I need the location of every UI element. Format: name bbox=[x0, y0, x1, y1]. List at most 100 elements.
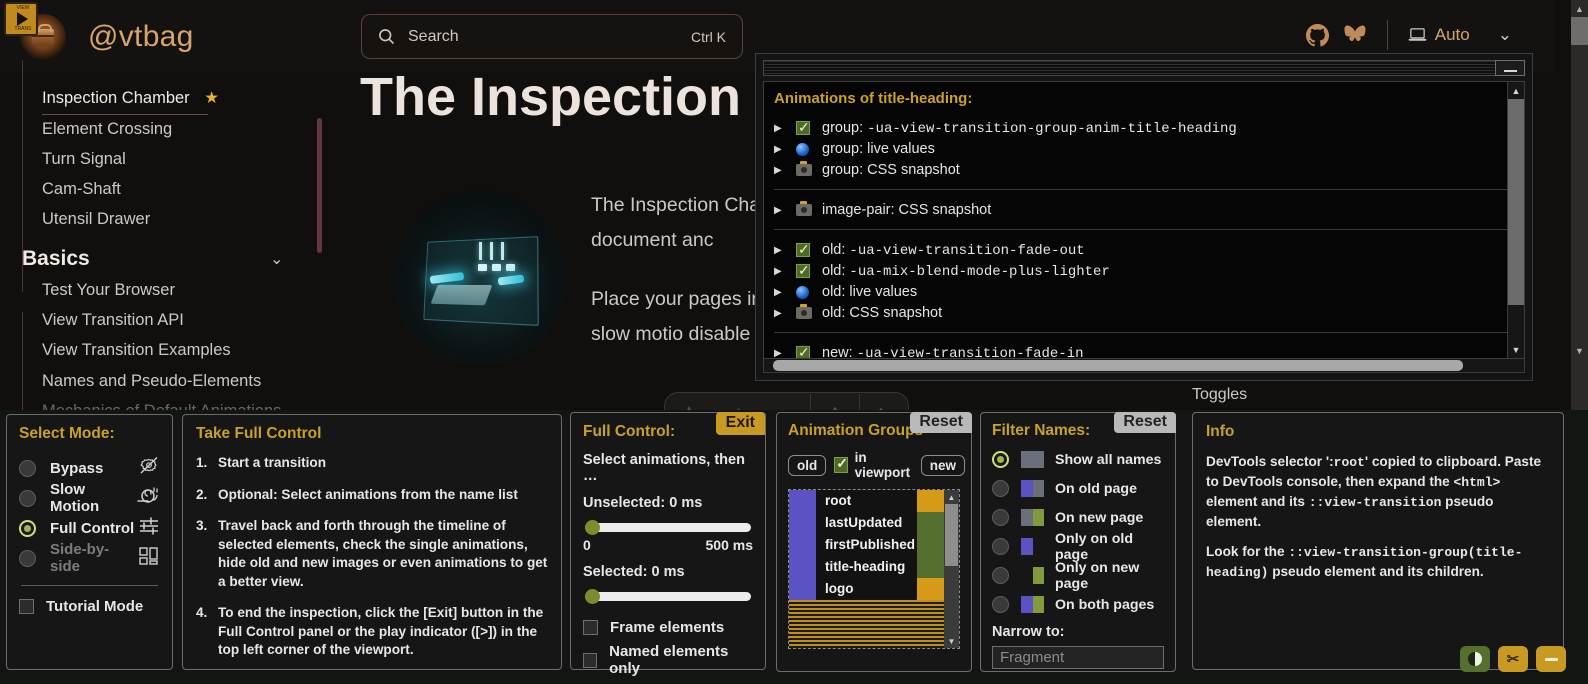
chevron-right-icon[interactable]: ▶ bbox=[774, 205, 796, 216]
new-color-swatch[interactable] bbox=[917, 578, 944, 600]
mode-option-full-control[interactable]: Full Control bbox=[19, 513, 160, 543]
chevron-right-icon[interactable]: ▶ bbox=[774, 245, 796, 256]
chevron-right-icon[interactable]: ▶ bbox=[774, 348, 796, 359]
mode-option-slow-motion[interactable]: Slow Motion bbox=[19, 481, 160, 515]
old-color-swatch[interactable] bbox=[789, 556, 816, 578]
old-toggle-button[interactable]: old bbox=[788, 454, 827, 476]
frame-elements-checkbox[interactable]: Frame elements bbox=[583, 619, 753, 636]
search-input[interactable]: Search Ctrl K bbox=[361, 14, 743, 59]
slider-knob[interactable] bbox=[585, 589, 600, 604]
minimize-icon[interactable] bbox=[1495, 60, 1525, 76]
scroll-thumb[interactable] bbox=[945, 504, 958, 566]
animation-row[interactable]: ▶ old: CSS snapshot bbox=[774, 303, 1507, 323]
new-color-swatch[interactable] bbox=[917, 512, 944, 534]
scroll-thumb[interactable] bbox=[1571, 17, 1588, 45]
group-list-scrollbar[interactable]: ▲ ▼ bbox=[944, 490, 959, 648]
scroll-down-arrow[interactable]: ▼ bbox=[944, 634, 959, 648]
chevron-right-icon[interactable]: ▶ bbox=[774, 308, 796, 319]
animations-horizontal-scrollbar[interactable] bbox=[763, 358, 1525, 373]
slider-knob[interactable] bbox=[585, 520, 600, 535]
chevron-down-icon[interactable]: ⌄ bbox=[1498, 25, 1512, 45]
chevron-right-icon[interactable]: ▶ bbox=[774, 287, 796, 298]
theme-selector[interactable]: Auto bbox=[1408, 25, 1470, 45]
exit-button[interactable]: Exit bbox=[715, 412, 765, 435]
in-viewport-checkbox[interactable]: in viewport bbox=[834, 450, 913, 480]
radio-button[interactable] bbox=[19, 519, 36, 537]
sidebar-scroll-indicator[interactable] bbox=[317, 118, 322, 253]
group-row[interactable]: title-heading bbox=[789, 556, 944, 578]
selected-slider[interactable] bbox=[585, 589, 751, 604]
scroll-up-arrow[interactable]: ▲ bbox=[1508, 82, 1524, 99]
radio-button[interactable] bbox=[992, 596, 1009, 613]
new-toggle-button[interactable]: new bbox=[920, 454, 966, 476]
animations-window[interactable]: Animations of title-heading: ▶ group: -u… bbox=[755, 53, 1533, 381]
radio-button[interactable] bbox=[992, 480, 1009, 497]
sidebar-item-inspection-chamber[interactable]: Inspection Chamber ★ bbox=[42, 88, 219, 115]
mode-option-side-by-side[interactable]: Side-by-side bbox=[19, 541, 160, 575]
sidebar-item-view-transition-api[interactable]: View Transition API bbox=[42, 311, 184, 330]
animation-groups-list[interactable]: root lastUpdated firstPublished title-he… bbox=[788, 489, 960, 649]
scroll-up-arrow[interactable]: ▲ bbox=[1571, 0, 1588, 17]
filter-option-show-all-names[interactable]: Show all names bbox=[992, 445, 1164, 474]
radio-button[interactable] bbox=[19, 489, 36, 507]
scroll-thumb[interactable] bbox=[1508, 99, 1524, 305]
sidebar-item-test-your-browser[interactable]: Test Your Browser bbox=[42, 281, 175, 300]
animations-vertical-scrollbar[interactable]: ▲ ▼ bbox=[1507, 82, 1524, 358]
chevron-right-icon[interactable]: ▶ bbox=[774, 123, 796, 134]
old-color-swatch[interactable] bbox=[789, 578, 816, 600]
animation-row[interactable]: ▶ old: -ua-view-transition-fade-out bbox=[774, 240, 1507, 260]
animation-row[interactable]: ▶ image-pair: CSS snapshot bbox=[774, 200, 1507, 220]
sidebar-item-view-transition-examples[interactable]: View Transition Examples bbox=[42, 341, 231, 360]
new-color-swatch[interactable] bbox=[917, 534, 944, 556]
filter-option-on-new-page[interactable]: On new page bbox=[992, 503, 1164, 532]
sidebar-item-names-and-pseudo-elements[interactable]: Names and Pseudo-Elements bbox=[42, 372, 261, 391]
window-title-bar[interactable] bbox=[763, 60, 1525, 76]
new-color-swatch[interactable] bbox=[917, 490, 944, 512]
animation-row[interactable]: ▶ group: live values bbox=[774, 139, 1507, 159]
radio-button[interactable] bbox=[992, 538, 1009, 555]
sidebar-item-cam-shaft[interactable]: Cam-Shaft bbox=[42, 180, 121, 199]
checkbox-checked-icon[interactable] bbox=[796, 118, 822, 136]
butterfly-icon[interactable] bbox=[1343, 24, 1367, 46]
play-indicator[interactable]: VIEW TRANS bbox=[4, 2, 38, 36]
reset-button[interactable]: Reset bbox=[910, 412, 972, 433]
chevron-down-icon[interactable]: ⌄ bbox=[270, 249, 283, 269]
minimize-button[interactable] bbox=[1536, 646, 1566, 672]
radio-button[interactable] bbox=[19, 549, 36, 567]
reset-button[interactable]: Reset bbox=[1114, 412, 1176, 433]
scroll-down-arrow[interactable]: ▼ bbox=[1508, 341, 1524, 358]
site-name[interactable]: @vtbag bbox=[88, 20, 194, 54]
checkbox[interactable] bbox=[19, 599, 34, 614]
sidebar-item-turn-signal[interactable]: Turn Signal bbox=[42, 150, 126, 169]
chevron-right-icon[interactable]: ▶ bbox=[774, 165, 796, 176]
checkbox[interactable] bbox=[583, 620, 598, 635]
old-color-swatch[interactable] bbox=[789, 534, 816, 556]
animation-row[interactable]: ▶ group: -ua-view-transition-group-anim-… bbox=[774, 118, 1507, 138]
mode-option-bypass[interactable]: Bypass bbox=[19, 453, 160, 483]
old-color-swatch[interactable] bbox=[789, 512, 816, 534]
animation-row[interactable]: ▶ old: -ua-mix-blend-mode-plus-lighter bbox=[774, 261, 1507, 281]
animation-row[interactable]: ▶ old: live values bbox=[774, 282, 1507, 302]
named-elements-only-checkbox[interactable]: Named elements only bbox=[583, 643, 753, 677]
checkbox[interactable] bbox=[583, 652, 598, 668]
group-row[interactable]: lastUpdated bbox=[789, 512, 944, 534]
radio-button[interactable] bbox=[19, 459, 36, 477]
github-icon[interactable] bbox=[1305, 23, 1329, 47]
group-row[interactable]: firstPublished bbox=[789, 534, 944, 556]
checkbox-checked-icon[interactable] bbox=[796, 261, 822, 279]
group-row[interactable]: root bbox=[789, 490, 944, 512]
checkbox-checked-icon[interactable] bbox=[796, 240, 822, 258]
tutorial-mode-checkbox[interactable]: Tutorial Mode bbox=[19, 598, 160, 615]
chevron-right-icon[interactable]: ▶ bbox=[774, 144, 796, 155]
chevron-right-icon[interactable]: ▶ bbox=[774, 266, 796, 277]
radio-button[interactable] bbox=[992, 451, 1009, 468]
unselected-slider[interactable] bbox=[585, 520, 751, 535]
radio-button[interactable] bbox=[992, 509, 1009, 526]
old-color-swatch[interactable] bbox=[789, 490, 816, 512]
slider-track[interactable] bbox=[585, 523, 751, 532]
cut-button[interactable]: ✂ bbox=[1498, 646, 1528, 672]
narrow-to-input[interactable]: Fragment bbox=[992, 646, 1164, 669]
radio-button[interactable] bbox=[992, 567, 1009, 584]
sidebar-section-basics[interactable]: Basics bbox=[22, 247, 90, 271]
scroll-thumb[interactable] bbox=[773, 360, 1463, 371]
